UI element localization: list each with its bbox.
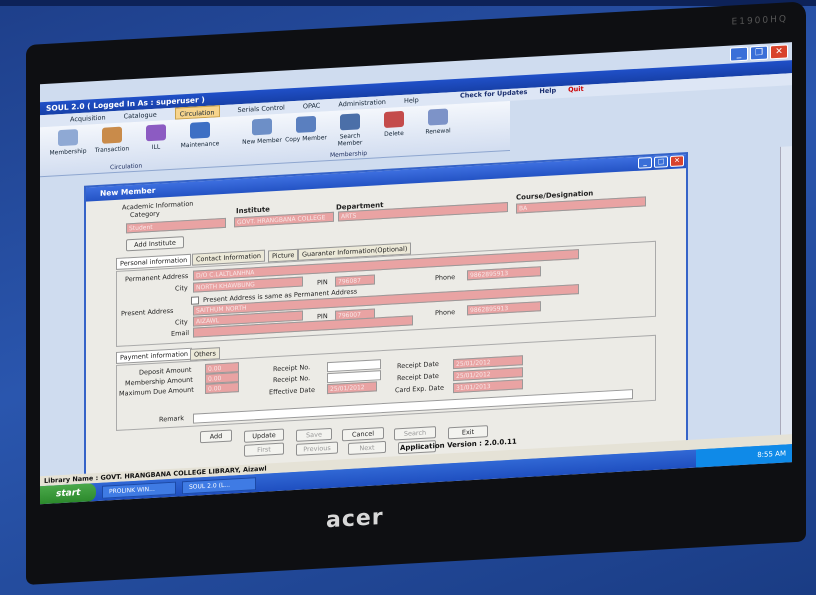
taskbar-item-soul[interactable]: SOUL 2.0 (L... — [182, 476, 256, 494]
menu-help[interactable]: Help — [404, 94, 419, 107]
membership-button[interactable]: Membership — [46, 124, 90, 175]
minimize-icon[interactable]: _ — [730, 46, 748, 62]
clock: 8:55 AM — [757, 449, 786, 460]
remark-label: Remark — [159, 414, 184, 424]
outer-window-controls: _ ❐ ✕ — [730, 44, 788, 62]
email-label: Email — [171, 328, 190, 338]
check-updates-link[interactable]: Check for Updates — [460, 86, 527, 102]
new-member-dialog: New Member _ □ ✕ Academic Information Ca… — [84, 151, 688, 486]
present-phone-label: Phone — [435, 308, 456, 318]
acer-logo: acer — [326, 505, 384, 534]
receipt-date-label: Receipt Date — [397, 359, 439, 371]
present-phone-field[interactable]: 9862895913 — [467, 301, 541, 316]
delete-button[interactable]: Delete — [372, 106, 416, 157]
slide-top-bar — [0, 0, 816, 6]
present-address-label: Present Address — [121, 306, 174, 318]
membership-label: Membership — [49, 147, 87, 157]
add-institute-button[interactable]: Add Institute — [126, 236, 184, 252]
new-member-label: New Member — [242, 136, 282, 146]
present-city-label: City — [175, 317, 188, 327]
maintenance-icon — [190, 121, 210, 139]
dialog-minimize-icon[interactable]: _ — [638, 157, 652, 169]
perm-phone-field[interactable]: 9862895913 — [467, 266, 541, 281]
delete-label: Delete — [384, 129, 404, 138]
renewal-icon — [428, 108, 448, 126]
maintenance-button[interactable]: Maintenance — [178, 117, 222, 168]
perm-phone-label: Phone — [435, 273, 456, 283]
first-button[interactable]: First — [244, 442, 284, 457]
exit-button[interactable]: Exit — [448, 425, 488, 440]
card-exp-label: Card Exp. Date — [395, 383, 445, 395]
add-button[interactable]: Add — [200, 429, 232, 444]
max-due-label: Maximum Due Amount — [119, 385, 194, 398]
search-member-icon — [340, 113, 360, 131]
max-due-field[interactable]: 0.00 — [205, 382, 239, 394]
copy-member-button[interactable]: Copy Member — [284, 111, 328, 162]
perm-address-label: Permanent Address — [125, 271, 189, 284]
start-button[interactable]: start — [40, 483, 96, 505]
institute-header: Institute — [236, 205, 270, 216]
monitor: E1900HQ _ ❐ ✕ SOUL 2.0 ( Logged In As : … — [26, 1, 806, 585]
restore-icon[interactable]: ❐ — [750, 45, 768, 61]
membership-icon — [58, 129, 78, 147]
new-member-button[interactable]: New Member — [240, 114, 284, 165]
receipt-no2-label: Receipt No. — [273, 374, 311, 385]
category-header: Category — [130, 209, 160, 220]
search-member-label: Search Member — [337, 132, 363, 148]
next-button[interactable]: Next — [348, 440, 386, 455]
remark-field[interactable] — [193, 389, 633, 424]
menu-opac[interactable]: OPAC — [303, 100, 321, 113]
search-button[interactable]: Search — [394, 426, 436, 441]
new-member-icon — [252, 118, 272, 136]
delete-icon — [384, 110, 404, 128]
receipt-date2-label: Receipt Date — [397, 371, 439, 383]
taskbar-item-prolink[interactable]: PROLINK WIN... — [102, 481, 176, 499]
effective-date-label: Effective Date — [269, 385, 315, 397]
copy-member-icon — [296, 115, 316, 133]
card-exp-field[interactable]: 31/01/2013 — [453, 379, 523, 394]
perm-pin-field[interactable]: 796087 — [335, 274, 375, 287]
dialog-close-icon[interactable]: ✕ — [670, 155, 684, 167]
perm-city-label: City — [175, 283, 188, 293]
transaction-icon — [102, 126, 122, 144]
effective-date-field[interactable]: 25/01/2012 — [327, 381, 377, 395]
deposit-label: Deposit Amount — [139, 365, 192, 377]
scrollbar[interactable] — [780, 146, 792, 435]
dialog-controls: _ □ ✕ — [638, 155, 684, 169]
same-address-checkbox[interactable] — [191, 296, 199, 305]
dialog-maximize-icon[interactable]: □ — [654, 156, 668, 168]
help-link[interactable]: Help — [539, 84, 556, 97]
perm-pin-label: PIN — [317, 278, 328, 287]
cancel-button[interactable]: Cancel — [342, 426, 384, 442]
maintenance-label: Maintenance — [180, 140, 220, 150]
quit-button[interactable]: Quit — [568, 83, 584, 96]
monitor-model: E1900HQ — [731, 14, 788, 28]
save-button[interactable]: Save — [296, 427, 332, 442]
ill-label: ILL — [151, 143, 161, 151]
update-button[interactable]: Update — [244, 428, 284, 443]
ill-icon — [146, 124, 166, 142]
copy-member-label: Copy Member — [285, 134, 327, 144]
close-icon[interactable]: ✕ — [770, 44, 788, 60]
renewal-label: Renewal — [425, 127, 451, 136]
category-select[interactable]: Student — [126, 217, 226, 234]
renewal-button[interactable]: Renewal — [416, 104, 460, 155]
previous-button[interactable]: Previous — [296, 441, 338, 456]
receipt-no-label: Receipt No. — [273, 363, 311, 374]
transaction-label: Transaction — [94, 145, 130, 155]
screen: _ ❐ ✕ SOUL 2.0 ( Logged In As : superuse… — [40, 42, 792, 505]
dialog-title: New Member — [100, 185, 156, 198]
